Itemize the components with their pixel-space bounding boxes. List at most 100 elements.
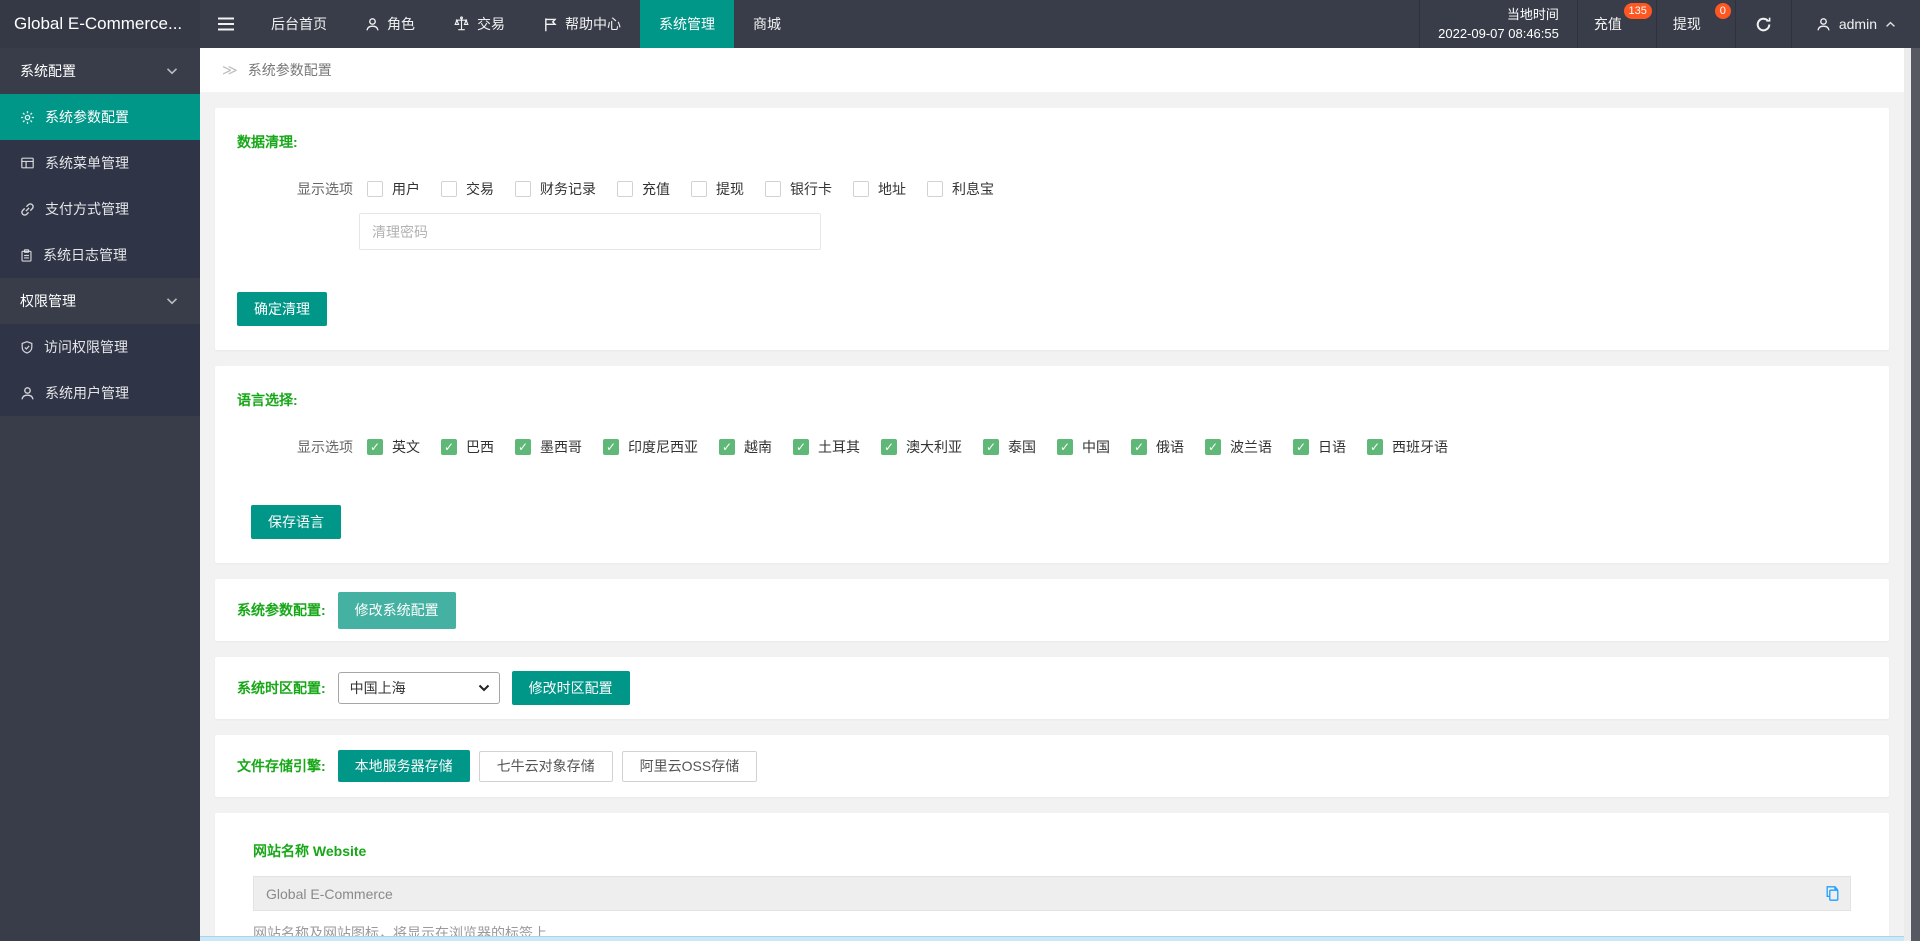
checkbox-checked[interactable] — [719, 439, 735, 455]
storage-options: 本地服务器存储 七牛云对象存储 阿里云OSS存储 — [337, 750, 758, 782]
checkbox-checked[interactable] — [881, 439, 897, 455]
checkbox-option[interactable]: 波兰语 — [1205, 437, 1272, 457]
modify-timezone-button[interactable]: 修改时区配置 — [511, 671, 630, 705]
refresh-button[interactable] — [1734, 0, 1791, 48]
checkbox-label: 提现 — [716, 181, 744, 197]
checkbox-option[interactable]: 印度尼西亚 — [603, 437, 698, 457]
nav-menu-item[interactable]: 交易 — [434, 0, 524, 48]
sidebar-item[interactable]: 系统日志管理 — [0, 232, 200, 278]
vertical-scrollbar[interactable] — [1904, 48, 1920, 941]
checkbox-option[interactable]: 墨西哥 — [515, 437, 582, 457]
checkbox-option[interactable]: 提现 — [691, 179, 744, 199]
link-icon — [20, 202, 35, 217]
checkbox-option[interactable]: 土耳其 — [793, 437, 860, 457]
top-navbar: Global E-Commerce... 后台首页 角色 交易 帮助中心 系统管… — [0, 0, 1920, 48]
website-name-input[interactable] — [253, 876, 1851, 911]
scrollbar-thumb[interactable] — [1911, 48, 1920, 941]
checkbox-label: 波兰语 — [1230, 439, 1272, 455]
checkbox-label: 澳大利亚 — [906, 439, 962, 455]
checkbox-label: 地址 — [878, 181, 906, 197]
sidebar-item-label: 访问权限管理 — [44, 339, 128, 355]
copy-icon[interactable] — [1824, 885, 1841, 902]
checkbox-option[interactable]: 英文 — [367, 437, 420, 457]
sidebar-section-header[interactable]: 系统配置 — [0, 48, 200, 94]
sidebar-item[interactable]: 系统用户管理 — [0, 370, 200, 416]
checkbox-option[interactable]: 日语 — [1293, 437, 1346, 457]
nav-menu-item[interactable]: 帮助中心 — [524, 0, 640, 48]
checkbox-option[interactable]: 交易 — [441, 179, 494, 199]
checkbox-option[interactable]: 财务记录 — [515, 179, 596, 199]
local-time-label: 当地时间 — [1506, 7, 1559, 22]
checkbox-option[interactable]: 巴西 — [441, 437, 494, 457]
user-menu[interactable]: admin — [1790, 0, 1920, 48]
sidebar-section-label: 系统配置 — [20, 63, 76, 79]
checkbox-option[interactable]: 西班牙语 — [1367, 437, 1448, 457]
checkbox-unchecked[interactable] — [765, 181, 781, 197]
checkbox-checked[interactable] — [441, 439, 457, 455]
timezone-select[interactable]: 中国上海 — [337, 672, 500, 704]
nav-menu-item[interactable]: 商城 — [734, 0, 800, 48]
checkbox-label: 财务记录 — [540, 181, 596, 197]
checkbox-checked[interactable] — [1205, 439, 1221, 455]
sidebar-section-label: 权限管理 — [20, 293, 76, 309]
modify-system-config-button[interactable]: 修改系统配置 — [337, 591, 456, 629]
checkbox-checked[interactable] — [367, 439, 383, 455]
timezone-selected-value: 中国上海 — [349, 680, 406, 696]
checkbox-unchecked[interactable] — [691, 181, 707, 197]
checkbox-checked[interactable] — [1057, 439, 1073, 455]
sidebar-item[interactable]: 支付方式管理 — [0, 186, 200, 232]
checkbox-label: 交易 — [466, 181, 494, 197]
clean-password-input[interactable] — [359, 213, 821, 250]
sidebar-toggle-button[interactable] — [200, 0, 252, 48]
data-clean-card: 数据清理: 显示选项 用户 交易 财务记录 充值 提现 银行卡 地址 利息宝 清… — [215, 108, 1889, 350]
nav-menu-item-label: 角色 — [387, 16, 415, 32]
checkbox-unchecked[interactable] — [441, 181, 457, 197]
checkbox-unchecked[interactable] — [617, 181, 633, 197]
timezone-card: 系统时区配置: 中国上海 修改时区配置 — [215, 657, 1889, 719]
recharge-button[interactable]: 充值 135 — [1576, 0, 1656, 48]
nav-menu-item[interactable]: 系统管理 — [640, 0, 734, 48]
checkbox-option[interactable]: 越南 — [719, 437, 772, 457]
sidebar-item[interactable]: 系统参数配置 — [0, 94, 200, 140]
clipboard-icon — [20, 248, 33, 263]
checkbox-checked[interactable] — [793, 439, 809, 455]
checkbox-option[interactable]: 银行卡 — [765, 179, 832, 199]
checkbox-option[interactable]: 中国 — [1057, 437, 1110, 457]
sidebar-section-header[interactable]: 权限管理 — [0, 278, 200, 324]
checkbox-option[interactable]: 澳大利亚 — [881, 437, 962, 457]
checkbox-checked[interactable] — [603, 439, 619, 455]
sidebar-item[interactable]: 访问权限管理 — [0, 324, 200, 370]
checkbox-option[interactable]: 用户 — [367, 179, 420, 199]
withdraw-button[interactable]: 提现 0 — [1655, 0, 1735, 48]
username: admin — [1838, 16, 1877, 32]
checkbox-checked[interactable] — [1367, 439, 1383, 455]
nav-menu-item[interactable]: 后台首页 — [252, 0, 346, 48]
sidebar-item[interactable]: 系统菜单管理 — [0, 140, 200, 186]
checkbox-checked[interactable] — [515, 439, 531, 455]
storage-option-button[interactable]: 七牛云对象存储 — [478, 750, 613, 782]
save-language-button[interactable]: 保存语言 — [251, 505, 341, 539]
checkbox-unchecked[interactable] — [515, 181, 531, 197]
storage-option-button[interactable]: 阿里云OSS存储 — [621, 750, 758, 782]
checkbox-unchecked[interactable] — [927, 181, 943, 197]
checkbox-option[interactable]: 泰国 — [983, 437, 1036, 457]
confirm-clean-button[interactable]: 确定清理 — [237, 292, 327, 326]
language-title: 语言选择: — [237, 392, 298, 408]
checkbox-checked[interactable] — [983, 439, 999, 455]
checkbox-unchecked[interactable] — [367, 181, 383, 197]
checkbox-label: 充值 — [642, 181, 670, 197]
sys-param-label: 系统参数配置: — [237, 602, 326, 618]
nav-menu-item[interactable]: 角色 — [346, 0, 434, 48]
checkbox-checked[interactable] — [1131, 439, 1147, 455]
checkbox-unchecked[interactable] — [853, 181, 869, 197]
storage-option-button[interactable]: 本地服务器存储 — [337, 750, 470, 782]
checkbox-option[interactable]: 地址 — [853, 179, 906, 199]
checkbox-checked[interactable] — [1293, 439, 1309, 455]
navbar-right: 当地时间 2022-09-07 08:46:55 充值 135 提现 0 adm… — [1419, 0, 1920, 48]
bottom-scroll-strip — [200, 936, 1904, 941]
content-area: 数据清理: 显示选项 用户 交易 财务记录 充值 提现 银行卡 地址 利息宝 清… — [200, 92, 1904, 941]
checkbox-option[interactable]: 利息宝 — [927, 179, 994, 199]
checkbox-option[interactable]: 俄语 — [1131, 437, 1184, 457]
website-card: 网站名称 Website 网站名称及网站图标，将显示在浏览器的标签上 — [215, 813, 1889, 941]
checkbox-option[interactable]: 充值 — [617, 179, 670, 199]
